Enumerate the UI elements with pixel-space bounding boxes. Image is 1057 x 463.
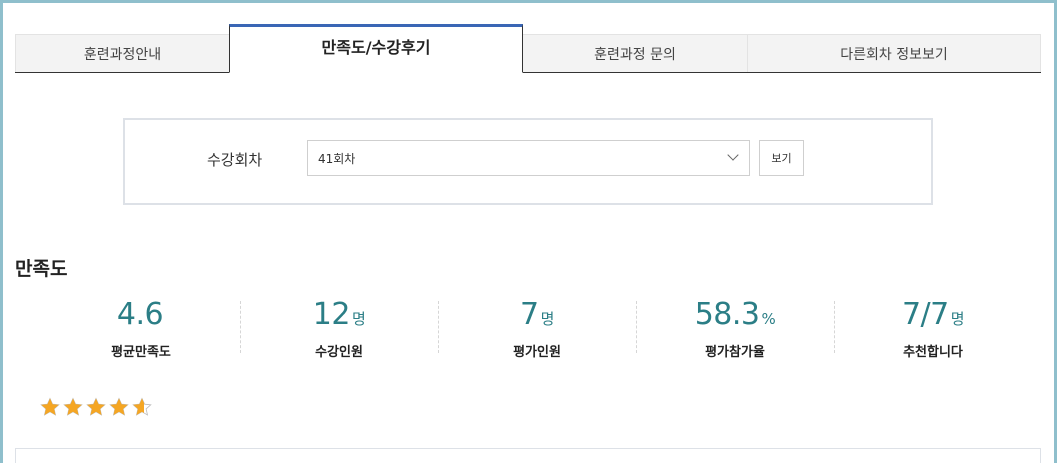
stat-unit: 명 (950, 310, 965, 328)
tab-course-inquiry[interactable]: 훈련과정 문의 (522, 34, 748, 73)
stat-label: 평가인원 (513, 345, 561, 360)
round-select-panel: 수강회차 41회차 보기 (123, 118, 933, 205)
tab-bar: 훈련과정안내 만족도/수강후기 훈련과정 문의 다른회차 정보보기 (15, 24, 1041, 73)
stat-value-wrap: 12 명 (240, 297, 438, 337)
star-icon (63, 397, 83, 416)
stat-unit: 명 (351, 310, 366, 328)
star-icon (86, 397, 106, 416)
star-icon (109, 397, 129, 416)
stat-value-wrap: 4.6 (42, 297, 240, 337)
satisfaction-stats: 4.6 평균만족도 12 명 수강인원 7명 평가인원 58.3% 평가참가율 7… (42, 297, 1032, 360)
stat-value: 4.6 (116, 297, 164, 332)
view-button[interactable]: 보기 (759, 140, 804, 176)
stat-value-wrap: 7명 (438, 297, 636, 337)
tab-label: 훈련과정 문의 (594, 47, 676, 63)
rating-stars (40, 397, 152, 417)
chevron-down-icon (727, 149, 739, 161)
stat-value-wrap: 7/7 명 (834, 297, 1032, 337)
tab-satisfaction-reviews[interactable]: 만족도/수강후기 (229, 24, 523, 73)
stat-label: 평가참가율 (705, 345, 765, 360)
tab-course-info[interactable]: 훈련과정안내 (15, 34, 230, 73)
stat-evaluators: 7명 평가인원 (438, 297, 636, 360)
stat-recommend: 7/7 명 추천합니다 (834, 297, 1032, 360)
stat-label: 수강인원 (315, 345, 363, 360)
tab-label: 다른회차 정보보기 (840, 47, 948, 63)
stat-unit: 명 (540, 310, 555, 328)
stat-label: 추천합니다 (903, 345, 963, 360)
star-icon (40, 397, 60, 416)
view-button-label: 보기 (771, 152, 792, 165)
stat-participation-rate: 58.3% 평가참가율 (636, 297, 834, 360)
star-icon (132, 397, 152, 416)
round-select-value: 41회차 (318, 151, 356, 166)
round-select-label: 수강회차 (207, 151, 263, 169)
stat-value: 12 (312, 297, 351, 332)
stat-value: 7 (520, 297, 539, 332)
stat-value: 58.3 (694, 297, 760, 332)
tab-label: 만족도/수강후기 (321, 37, 431, 57)
stat-enrolled: 12 명 수강인원 (240, 297, 438, 360)
tab-label: 훈련과정안내 (83, 47, 162, 63)
stat-value-wrap: 58.3% (636, 297, 834, 337)
tab-other-rounds[interactable]: 다른회차 정보보기 (747, 34, 1041, 73)
reviews-panel (15, 448, 1041, 463)
tab-underline (15, 72, 1041, 73)
stat-average-satisfaction: 4.6 평균만족도 (42, 297, 240, 360)
stat-unit: % (761, 310, 776, 328)
stat-value: 7/7 (901, 297, 949, 332)
round-select-dropdown[interactable]: 41회차 (307, 140, 750, 176)
satisfaction-title: 만족도 (15, 258, 68, 280)
stat-label: 평균만족도 (111, 345, 171, 360)
